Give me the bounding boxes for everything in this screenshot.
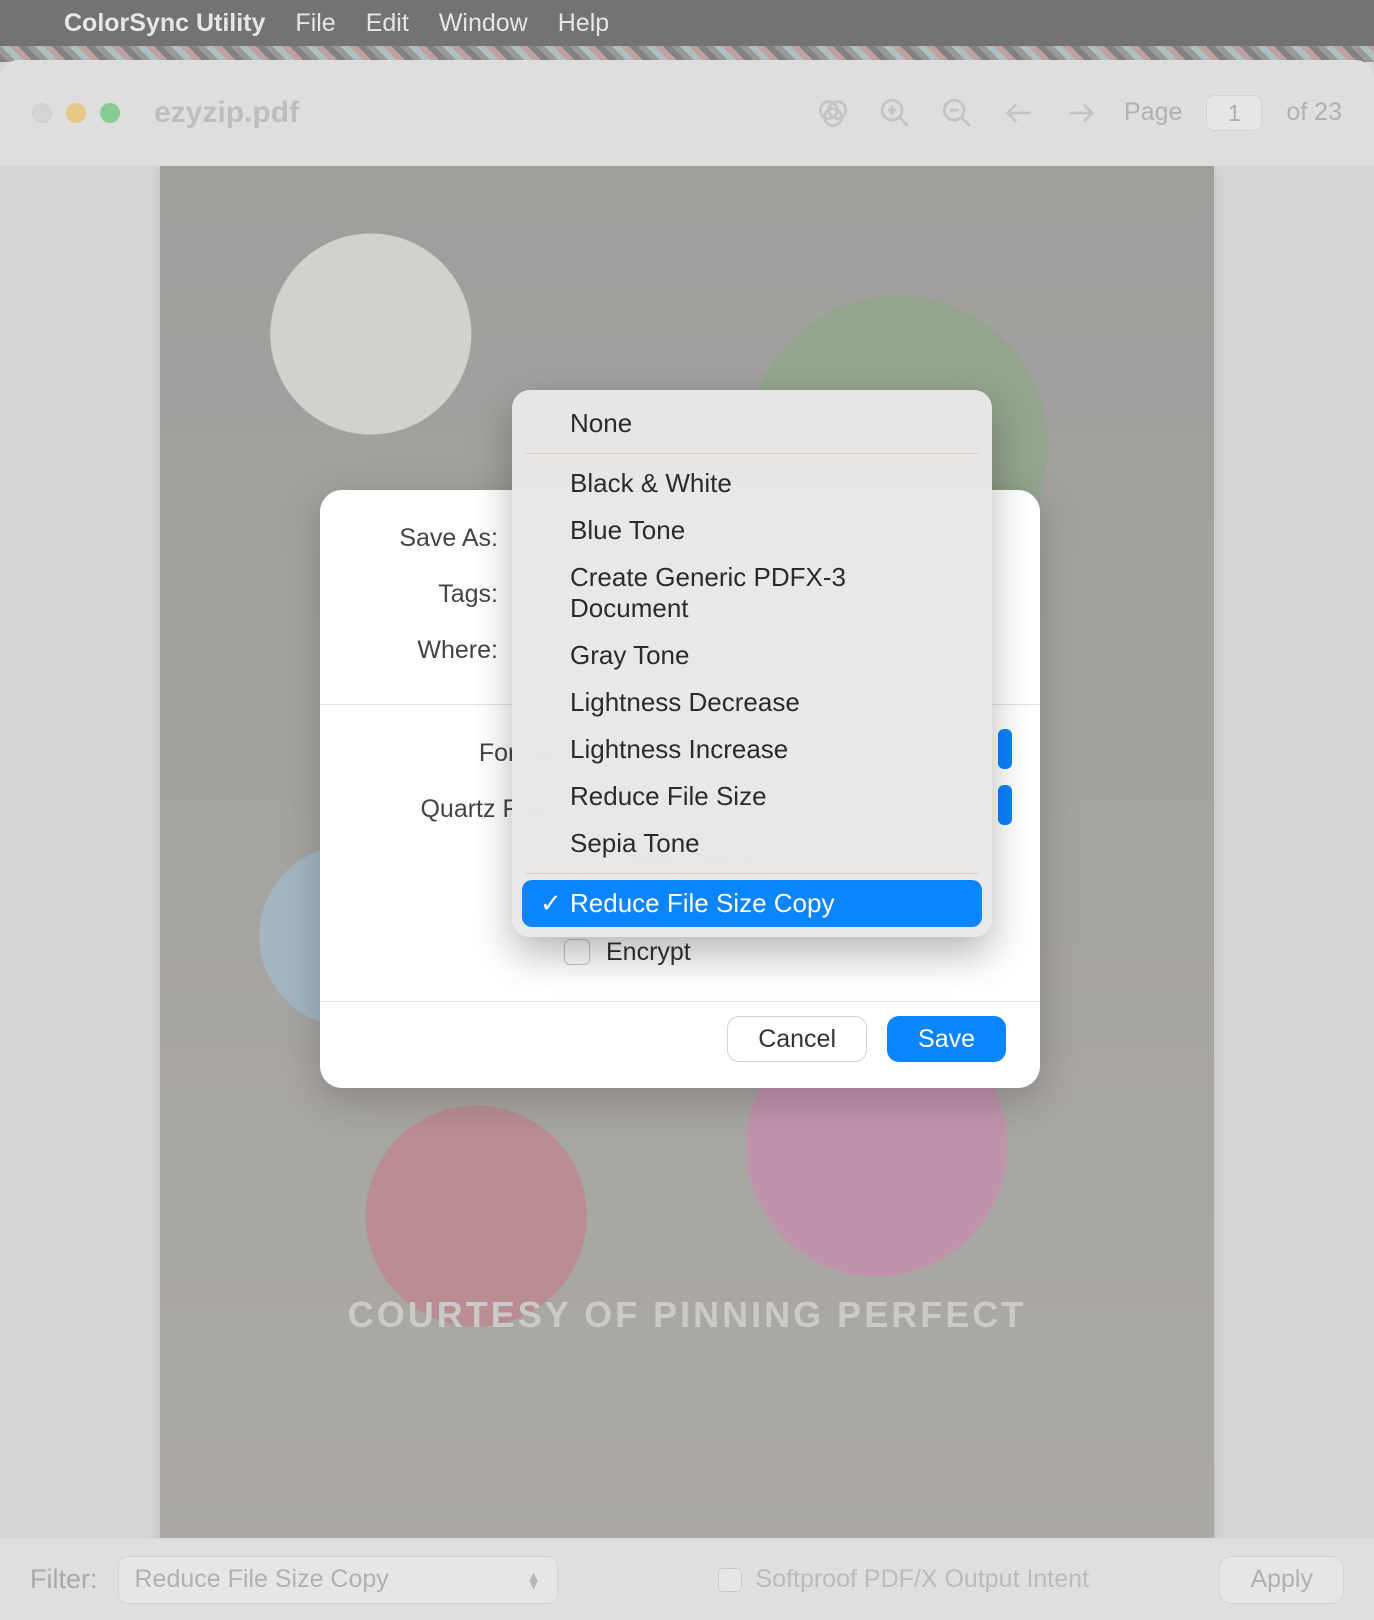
dropdown-item[interactable]: ✓Lightness Increase bbox=[512, 726, 992, 773]
mac-menubar: ColorSync Utility File Edit Window Help bbox=[0, 0, 1374, 46]
menu-window[interactable]: Window bbox=[439, 9, 528, 38]
zoom-out-icon[interactable] bbox=[938, 94, 976, 132]
page-label: Page bbox=[1124, 98, 1182, 127]
dropdown-item[interactable]: ✓Black & White bbox=[512, 460, 992, 507]
cancel-button[interactable]: Cancel bbox=[727, 1016, 867, 1062]
apply-button[interactable]: Apply bbox=[1219, 1556, 1344, 1604]
dropdown-item[interactable]: ✓Lightness Decrease bbox=[512, 679, 992, 726]
dropdown-separator bbox=[526, 873, 978, 874]
dropdown-item-label: Reduce File Size Copy bbox=[570, 888, 834, 919]
quartz-filter-select[interactable] bbox=[998, 785, 1012, 825]
color-profile-icon[interactable] bbox=[814, 94, 852, 132]
dropdown-separator bbox=[526, 453, 978, 454]
filter-select[interactable]: Reduce File Size Copy ▲▼ bbox=[118, 1556, 558, 1604]
dropdown-item-none[interactable]: ✓ None bbox=[512, 400, 992, 447]
dropdown-item-label: None bbox=[570, 408, 632, 439]
dropdown-item-label: Reduce File Size bbox=[570, 781, 767, 812]
dropdown-item-label: Create Generic PDFX-3 Document bbox=[570, 562, 964, 624]
menu-edit[interactable]: Edit bbox=[366, 9, 409, 38]
filter-label: Filter: bbox=[30, 1564, 98, 1595]
encrypt-label: Encrypt bbox=[606, 938, 691, 967]
dropdown-item[interactable]: ✓Create Generic PDFX-3 Document bbox=[512, 554, 992, 632]
dropdown-item-label: Sepia Tone bbox=[570, 828, 700, 859]
save-as-label: Save As: bbox=[358, 524, 498, 553]
window-traffic-lights bbox=[32, 103, 120, 123]
menu-file[interactable]: File bbox=[295, 9, 335, 38]
dropdown-item[interactable]: ✓Reduce File Size bbox=[512, 773, 992, 820]
dropdown-item-selected[interactable]: ✓ Reduce File Size Copy bbox=[522, 880, 982, 927]
filter-select-value: Reduce File Size Copy bbox=[135, 1565, 389, 1594]
softproof-checkbox[interactable] bbox=[718, 1568, 742, 1592]
dropdown-item-label: Gray Tone bbox=[570, 640, 689, 671]
bottom-filter-bar: Filter: Reduce File Size Copy ▲▼ Softpro… bbox=[0, 1538, 1374, 1620]
page-number-field[interactable]: 1 bbox=[1206, 95, 1262, 131]
window-close-button[interactable] bbox=[32, 103, 52, 123]
softproof-label: Softproof PDF/X Output Intent bbox=[756, 1565, 1090, 1594]
dropdown-item[interactable]: ✓Gray Tone bbox=[512, 632, 992, 679]
softproof-option[interactable]: Softproof PDF/X Output Intent bbox=[718, 1565, 1090, 1594]
page-total-label: of 23 bbox=[1286, 98, 1342, 127]
dropdown-item[interactable]: ✓Blue Tone bbox=[512, 507, 992, 554]
window-title: ezyzip.pdf bbox=[154, 96, 299, 130]
quartz-filter-dropdown: ✓ None ✓Black & White ✓Blue Tone ✓Create… bbox=[512, 390, 992, 937]
menu-help[interactable]: Help bbox=[558, 9, 609, 38]
nav-forward-icon[interactable] bbox=[1062, 94, 1100, 132]
format-select[interactable] bbox=[998, 729, 1012, 769]
tags-label: Tags: bbox=[358, 580, 498, 609]
dropdown-item-label: Lightness Increase bbox=[570, 734, 788, 765]
zoom-in-icon[interactable] bbox=[876, 94, 914, 132]
nav-back-icon[interactable] bbox=[1000, 94, 1038, 132]
window-toolbar: ezyzip.pdf Page 1 of 23 bbox=[0, 60, 1374, 166]
window-minimize-button[interactable] bbox=[66, 103, 86, 123]
dropdown-item-label: Black & White bbox=[570, 468, 732, 499]
encrypt-checkbox[interactable] bbox=[564, 939, 590, 965]
where-label: Where: bbox=[358, 636, 498, 665]
check-icon: ✓ bbox=[540, 888, 560, 919]
app-name[interactable]: ColorSync Utility bbox=[64, 9, 265, 38]
dropdown-item-label: Blue Tone bbox=[570, 515, 685, 546]
window-zoom-button[interactable] bbox=[100, 103, 120, 123]
dropdown-item-label: Lightness Decrease bbox=[570, 687, 800, 718]
save-button[interactable]: Save bbox=[887, 1016, 1006, 1062]
updown-chevron-icon: ▲▼ bbox=[527, 1572, 541, 1588]
dropdown-item[interactable]: ✓Sepia Tone bbox=[512, 820, 992, 867]
document-caption: COURTESY OF PINNING PERFECT bbox=[160, 1294, 1214, 1336]
